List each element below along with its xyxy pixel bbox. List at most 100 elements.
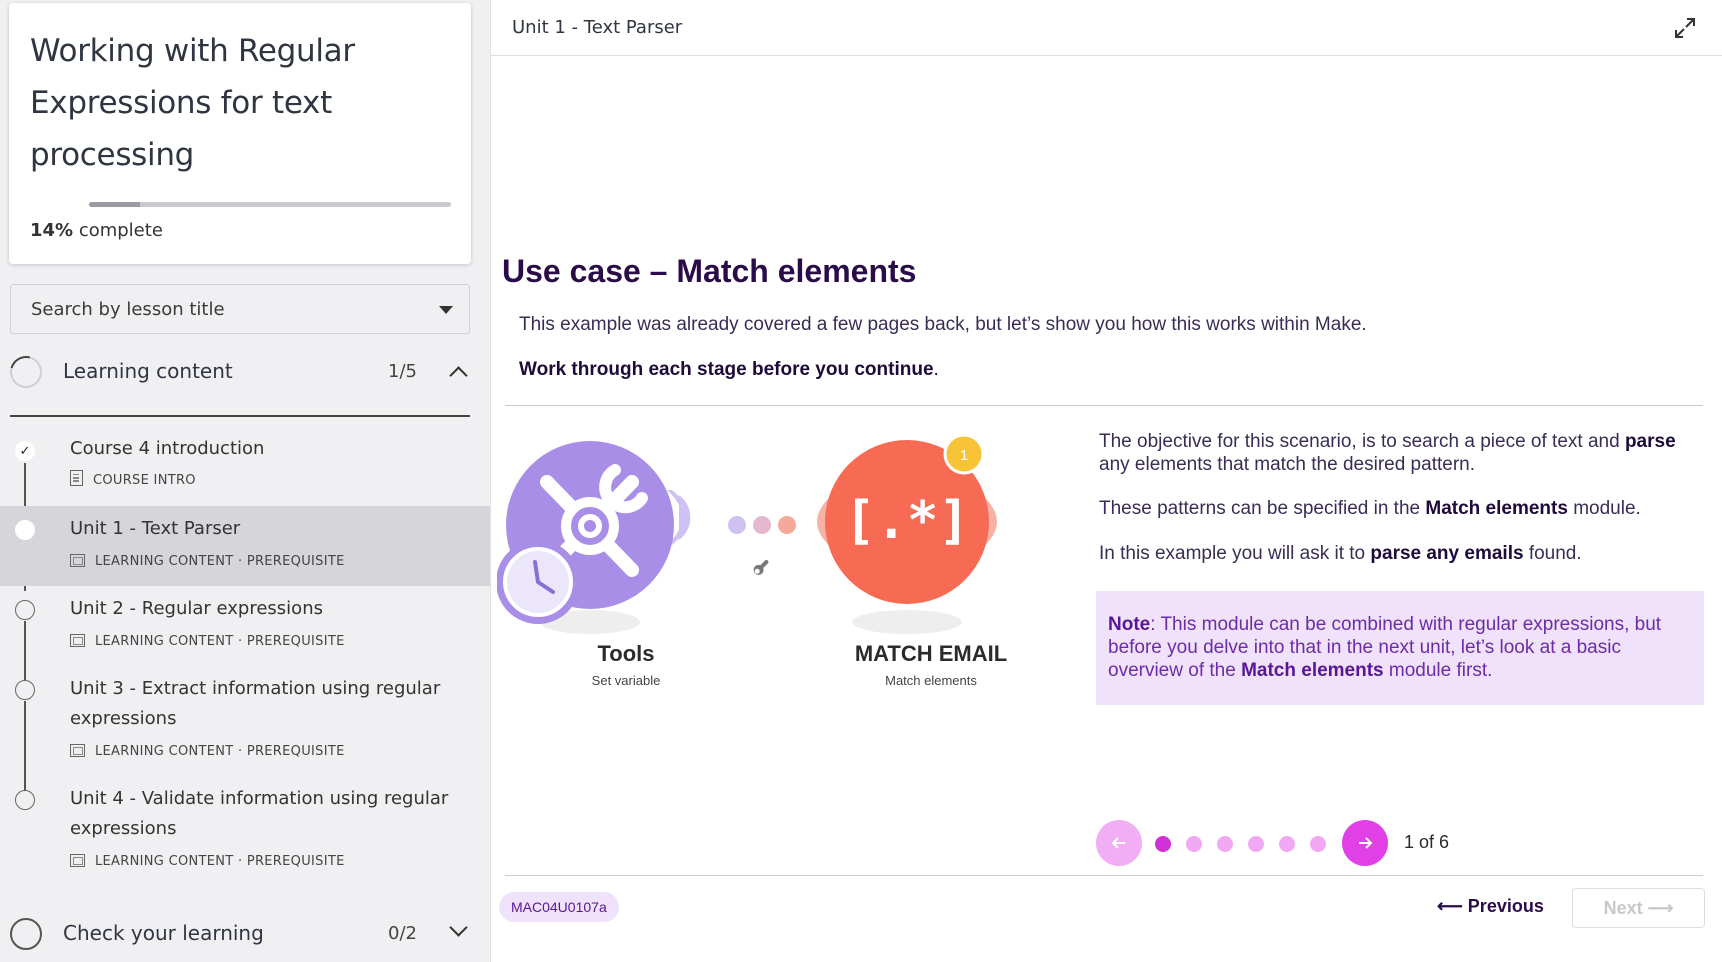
slide-instruction: Work through each stage before you conti… — [519, 359, 939, 381]
section-count: 1/5 — [388, 361, 417, 382]
course-progress-fill — [89, 202, 140, 207]
lesson-title: Unit 3 - Extract information using regul… — [70, 678, 441, 729]
pager-dot[interactable] — [1248, 836, 1264, 852]
screen-icon — [70, 634, 85, 647]
tools-module-label: Tools — [597, 641, 655, 666]
progress-value: 14% — [30, 220, 74, 241]
pager-next-button[interactable] — [1342, 820, 1388, 866]
unit-title: Unit 1 - Text Parser — [512, 17, 683, 38]
instruction-end: . — [933, 359, 939, 380]
course-progress-text: 14% complete — [30, 220, 163, 241]
connection-dot — [778, 516, 796, 534]
lesson-title: Unit 2 - Regular expressions — [70, 598, 323, 619]
desc-bold: parse any emails — [1370, 543, 1524, 564]
note-bold: Match elements — [1241, 660, 1384, 681]
section-count: 0/2 — [388, 923, 417, 944]
pager-dot[interactable] — [1186, 836, 1202, 852]
screen-icon — [70, 744, 85, 757]
lesson-title: Unit 1 - Text Parser — [70, 518, 241, 539]
lesson-meta-text: LEARNING CONTENT · PREREQUISITE — [95, 554, 345, 569]
lesson-meta-text: LEARNING CONTENT · PREREQUISITE — [95, 744, 345, 759]
desc-text: In this example you will ask it to — [1099, 543, 1371, 564]
connection-dot — [753, 516, 771, 534]
slide-intro: This example was already covered a few p… — [519, 314, 1367, 335]
instruction-bold: Work through each stage before you conti… — [519, 359, 934, 380]
notification-badge-count: 1 — [960, 447, 968, 464]
section-check-your-learning[interactable]: Check your learning 0/2 — [10, 909, 470, 959]
match-module-sublabel: Match elements — [885, 673, 977, 688]
course-title: Working with Regular Expressions for tex… — [30, 33, 355, 173]
wrench-icon[interactable] — [752, 557, 772, 577]
desc-bold: Match elements — [1425, 498, 1568, 519]
content-divider — [505, 405, 1703, 406]
expand-arrows-icon[interactable] — [1673, 16, 1697, 40]
description-paragraph: The objective for this scenario, is to s… — [1099, 430, 1709, 476]
chevron-down-icon — [449, 918, 468, 937]
section-title: Check your learning — [63, 921, 264, 945]
lesson-topbar: Unit 1 - Text Parser — [491, 0, 1722, 56]
lesson-item[interactable]: ✓ Course 4 introduction COURSE INTRO — [0, 432, 490, 504]
section-progress-ring-icon — [10, 918, 42, 950]
note-label: Note — [1108, 614, 1151, 635]
course-card: Working with Regular Expressions for tex… — [9, 3, 471, 264]
lesson-meta-text: COURSE INTRO — [93, 473, 196, 488]
progress-suffix: complete — [73, 220, 163, 241]
connection-dot — [728, 516, 746, 534]
description-paragraph: In this example you will ask it to parse… — [1099, 542, 1709, 565]
lesson-status-dot — [15, 790, 35, 810]
slide-pager: 1 of 6 — [1096, 820, 1476, 866]
lesson-status-dot — [15, 520, 35, 540]
lesson-title: Course 4 introduction — [70, 438, 265, 459]
lesson-meta: LEARNING CONTENT · PREREQUISITE — [70, 854, 345, 869]
checkmark-icon: ✓ — [15, 441, 35, 461]
pager-count: 1 of 6 — [1404, 832, 1450, 852]
lesson-search-select[interactable]: Search by lesson title — [10, 284, 470, 334]
arrow-right-icon — [1359, 837, 1373, 849]
lesson-item-active[interactable]: Unit 1 - Text Parser LEARNING CONTENT · … — [0, 506, 490, 586]
desc-text: module. — [1567, 498, 1641, 519]
document-icon — [70, 470, 83, 486]
screen-icon — [70, 554, 85, 567]
previous-button[interactable]: ⟵ Previous — [1437, 896, 1544, 917]
lesson-title: Unit 4 - Validate information using regu… — [70, 788, 449, 839]
desc-text: any elements that match the desired patt… — [1099, 454, 1475, 475]
pager-prev-button[interactable] — [1096, 820, 1142, 866]
desc-text: The objective for this scenario, is to s… — [1099, 431, 1625, 452]
course-progress-bar — [89, 202, 451, 207]
lesson-item[interactable]: Unit 3 - Extract information using regul… — [0, 670, 490, 776]
match-shadow — [852, 610, 962, 634]
lesson-status-dot — [15, 600, 35, 620]
pager-dot[interactable] — [1279, 836, 1295, 852]
regex-icon: [.*] — [844, 491, 969, 551]
lesson-meta: LEARNING CONTENT · PREREQUISITE — [70, 634, 345, 649]
tools-module-sublabel: Set variable — [591, 673, 661, 688]
pager-dot-active[interactable] — [1155, 836, 1171, 852]
section-title: Learning content — [63, 359, 233, 383]
note-callout: Note: This module can be combined with r… — [1096, 591, 1704, 705]
lesson-code-badge: MAC04U0107a — [499, 892, 619, 922]
next-button-disabled[interactable]: Next ⟶ — [1572, 888, 1705, 928]
lesson-item[interactable]: Unit 2 - Regular expressions LEARNING CO… — [0, 590, 490, 666]
desc-text: found. — [1523, 543, 1582, 564]
section-divider — [10, 415, 470, 417]
lesson-meta: LEARNING CONTENT · PREREQUISITE — [70, 744, 345, 759]
description-paragraph: These patterns can be specified in the M… — [1099, 497, 1709, 520]
lesson-meta: COURSE INTRO — [70, 470, 196, 488]
desc-text: These patterns can be specified in the — [1099, 498, 1426, 519]
dropdown-caret-icon — [439, 306, 453, 314]
section-progress-ring-icon — [4, 350, 48, 394]
pager-dot[interactable] — [1217, 836, 1233, 852]
lesson-item[interactable]: Unit 4 - Validate information using regu… — [0, 780, 490, 886]
search-placeholder: Search by lesson title — [31, 299, 225, 320]
match-module-label: MATCH EMAIL — [854, 641, 1008, 666]
note-text: module first. — [1383, 660, 1493, 681]
section-learning-content[interactable]: Learning content 1/5 — [4, 347, 470, 397]
lesson-meta-text: LEARNING CONTENT · PREREQUISITE — [95, 854, 345, 869]
lesson-meta-text: LEARNING CONTENT · PREREQUISITE — [95, 634, 345, 649]
desc-bold: parse — [1624, 431, 1676, 452]
lesson-meta: LEARNING CONTENT · PREREQUISITE — [70, 554, 345, 569]
pager-dot[interactable] — [1310, 836, 1326, 852]
slide-heading: Use case – Match elements — [502, 253, 917, 289]
chevron-up-icon — [449, 366, 468, 385]
screen-icon — [70, 854, 85, 867]
